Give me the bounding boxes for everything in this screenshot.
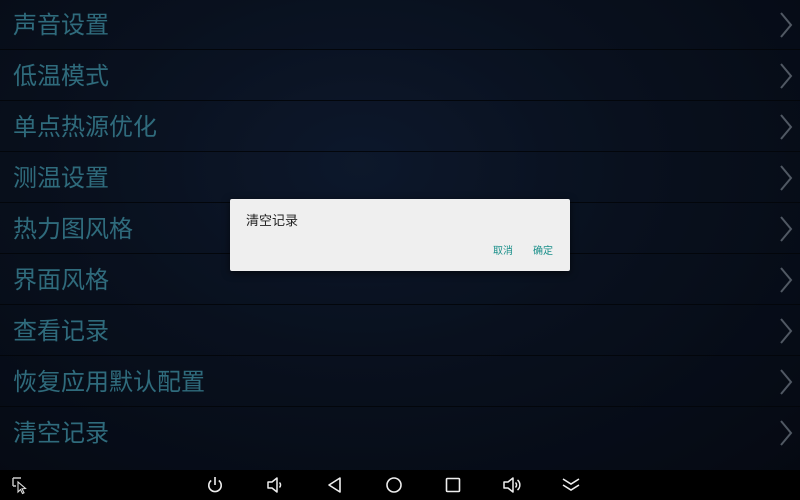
recents-icon[interactable] [443, 475, 463, 495]
volume-up-icon[interactable] [502, 475, 522, 495]
hide-bar-icon[interactable] [561, 475, 581, 495]
confirm-dialog: 清空记录 取消 确定 [230, 199, 570, 271]
home-icon[interactable] [384, 475, 404, 495]
volume-down-icon[interactable] [265, 475, 285, 495]
dialog-message: 清空记录 [246, 214, 299, 229]
navigation-bar [0, 470, 800, 500]
ok-button[interactable]: 确定 [533, 242, 553, 257]
power-icon[interactable] [205, 475, 225, 495]
screenshot-icon[interactable] [10, 475, 30, 495]
screen: 声音设置 低温模式 单点热源优化 测温设置 热力图风格 界面风格 查看记录 恢复… [0, 0, 800, 500]
cancel-button[interactable]: 取消 [493, 242, 513, 257]
back-icon[interactable] [325, 475, 345, 495]
